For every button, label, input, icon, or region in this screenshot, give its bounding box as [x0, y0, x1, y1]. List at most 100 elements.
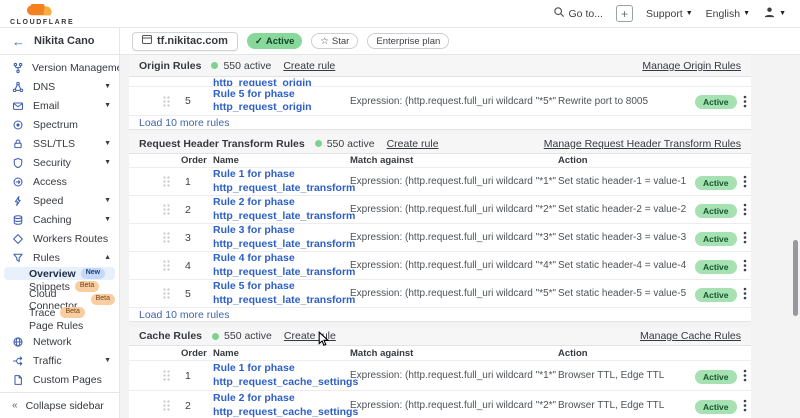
status-cell: Active [695, 201, 739, 219]
sidebar-item-rules[interactable]: Rules▲ [0, 248, 119, 267]
sidebar-item-access[interactable]: Access [0, 172, 119, 191]
traffic-icon [12, 355, 25, 367]
manage-rules-link[interactable]: Manage Cache Rules [640, 330, 741, 342]
goto-search[interactable]: Go to... [553, 6, 603, 21]
rule-order: 2 [181, 204, 213, 216]
collapse-icon: « [12, 400, 18, 411]
kebab-menu-icon[interactable] [739, 173, 751, 190]
section-title: Request Header Transform Rules [139, 138, 305, 150]
rule-match-expression: Expression: (http.request.full_uri wildc… [350, 96, 558, 107]
language-menu[interactable]: English ▼ [706, 8, 750, 20]
rule-match-expression: Expression: (http.request.full_uri wildc… [350, 260, 558, 271]
kebab-menu-icon[interactable] [739, 93, 751, 110]
sidebar-item-ssl-tls[interactable]: SSL/TLS▼ [0, 134, 119, 153]
load-more-rules-link[interactable]: Load 10 more rules [129, 116, 751, 130]
user-menu[interactable]: ▼ [763, 6, 786, 22]
rule-action: Set static header-2 = value-2 [558, 204, 695, 215]
sidebar-item-caching[interactable]: Caching▼ [0, 210, 119, 229]
collapse-sidebar-button[interactable]: « Collapse sidebar [0, 392, 119, 418]
active-dot-icon [315, 140, 322, 147]
cloudflare-cloud-icon [26, 4, 58, 20]
sidebar-item-spectrum[interactable]: Spectrum [0, 115, 119, 134]
status-cell: Active [695, 173, 739, 191]
sidebar-item-speed[interactable]: Speed▼ [0, 191, 119, 210]
sidebar-item-version-management[interactable]: Version Management [0, 58, 119, 77]
sidebar-subitem-page-rules[interactable]: Page Rules [4, 319, 115, 332]
rule-action: Browser TTL, Edge TTL [558, 370, 695, 381]
rule-name-link[interactable]: http_request_origin [213, 77, 350, 87]
section-header-cache-rules: Cache Rules550 activeCreate ruleManage C… [129, 327, 751, 346]
sidebar-item-network[interactable]: Network [0, 332, 119, 351]
chevron-down-icon: ▼ [104, 357, 111, 364]
table-row-partial: http_request_origin [129, 77, 751, 87]
drag-handle-icon[interactable] [129, 260, 170, 271]
create-rule-link[interactable]: Create rule [283, 60, 335, 72]
kebab-menu-icon[interactable] [739, 367, 751, 384]
kebab-menu-icon[interactable] [739, 285, 751, 302]
drag-handle-icon[interactable] [129, 232, 170, 243]
rule-name-link[interactable]: Rule 2 for phasehttp_request_late_transf… [213, 196, 350, 222]
sidebar-subitem-overview[interactable]: OverviewNew [4, 267, 115, 280]
rule-name-link[interactable]: Rule 2 for phasehttp_request_cache_setti… [213, 392, 350, 418]
sidebar-item-security[interactable]: Security▼ [0, 153, 119, 172]
table-row: 4Rule 4 for phasehttp_request_late_trans… [129, 252, 751, 280]
section-header-origin-rules: Origin Rules550 activeCreate ruleManage … [129, 55, 751, 77]
spectrum-icon [12, 119, 25, 131]
drag-handle-icon[interactable] [129, 96, 170, 107]
rule-name-link[interactable]: Rule 1 for phasehttp_request_cache_setti… [213, 362, 350, 388]
browser-window-icon [142, 35, 152, 47]
bolt-icon [12, 195, 25, 207]
star-button[interactable]: ☆ Star [311, 33, 358, 49]
create-rule-link[interactable]: Create rule [387, 138, 439, 150]
chevron-down-icon: ▼ [686, 10, 693, 17]
table-row: 2Rule 2 for phasehttp_request_late_trans… [129, 196, 751, 224]
drag-handle-icon[interactable] [129, 400, 170, 411]
table-row: 1Rule 1 for phasehttp_request_late_trans… [129, 168, 751, 196]
column-header-name: Name [213, 155, 350, 166]
drag-handle-icon[interactable] [129, 288, 170, 299]
manage-rules-link[interactable]: Manage Origin Rules [642, 60, 741, 72]
rule-name-link[interactable]: Rule 1 for phasehttp_request_late_transf… [213, 168, 350, 194]
kebab-menu-icon[interactable] [739, 229, 751, 246]
pages-icon [12, 374, 25, 386]
add-button[interactable]: + [616, 5, 633, 22]
language-label: English [706, 8, 740, 20]
sidebar-item-custom-pages[interactable]: Custom Pages [0, 370, 119, 389]
active-count: 550 active [327, 138, 375, 150]
kebab-menu-icon[interactable] [739, 397, 751, 414]
sidebar-item-label: Rules [33, 252, 96, 264]
sidebar-item-label: Spectrum [33, 119, 111, 131]
create-rule-link[interactable]: Create rule [284, 330, 336, 342]
sidebar-item-label: SSL/TLS [33, 138, 96, 150]
sidebar-item-label: Speed [33, 195, 96, 207]
sidebar-item-dns[interactable]: DNS▼ [0, 77, 119, 96]
sidebar-subitem-cloud-connector[interactable]: Cloud ConnectorBeta [4, 293, 115, 306]
drag-handle-icon[interactable] [129, 176, 170, 187]
kebab-menu-icon[interactable] [739, 201, 751, 218]
back-arrow-icon[interactable]: ← [12, 35, 25, 48]
status-cell: Active [695, 229, 739, 247]
rule-action: Set static header-1 = value-1 [558, 176, 695, 187]
load-more-rules-link[interactable]: Load 10 more rules [129, 308, 751, 322]
sidebar-item-traffic[interactable]: Traffic▼ [0, 351, 119, 370]
manage-rules-link[interactable]: Manage Request Header Transform Rules [544, 138, 741, 150]
status-badge: Active [695, 260, 737, 274]
column-header-match-against: Match against [350, 155, 558, 166]
rule-name-link[interactable]: Rule 5 for phasehttp_request_late_transf… [213, 280, 350, 306]
sidebar-item-label: Custom Pages [33, 374, 111, 386]
column-header-row: OrderNameMatch againstAction [129, 346, 751, 361]
drag-handle-icon[interactable] [129, 370, 170, 381]
status-cell: Active [695, 92, 739, 110]
sidebar-item-email[interactable]: Email▼ [0, 96, 119, 115]
drag-handle-icon[interactable] [129, 204, 170, 215]
chevron-down-icon: ▼ [743, 10, 750, 17]
rule-name-link[interactable]: Rule 3 for phasehttp_request_late_transf… [213, 224, 350, 250]
support-menu[interactable]: Support ▼ [646, 8, 693, 20]
rule-name-link[interactable]: Rule 4 for phasehttp_request_late_transf… [213, 252, 350, 278]
sidebar-item-workers-routes[interactable]: Workers Routes [0, 229, 119, 248]
rule-name-link[interactable]: Rule 5 for phasehttp_request_origin [213, 88, 350, 114]
sidebar-item-label: Version Management [32, 62, 119, 74]
main-scrollbar[interactable] [793, 240, 798, 316]
kebab-menu-icon[interactable] [739, 257, 751, 274]
status-badge: Active [695, 204, 737, 218]
